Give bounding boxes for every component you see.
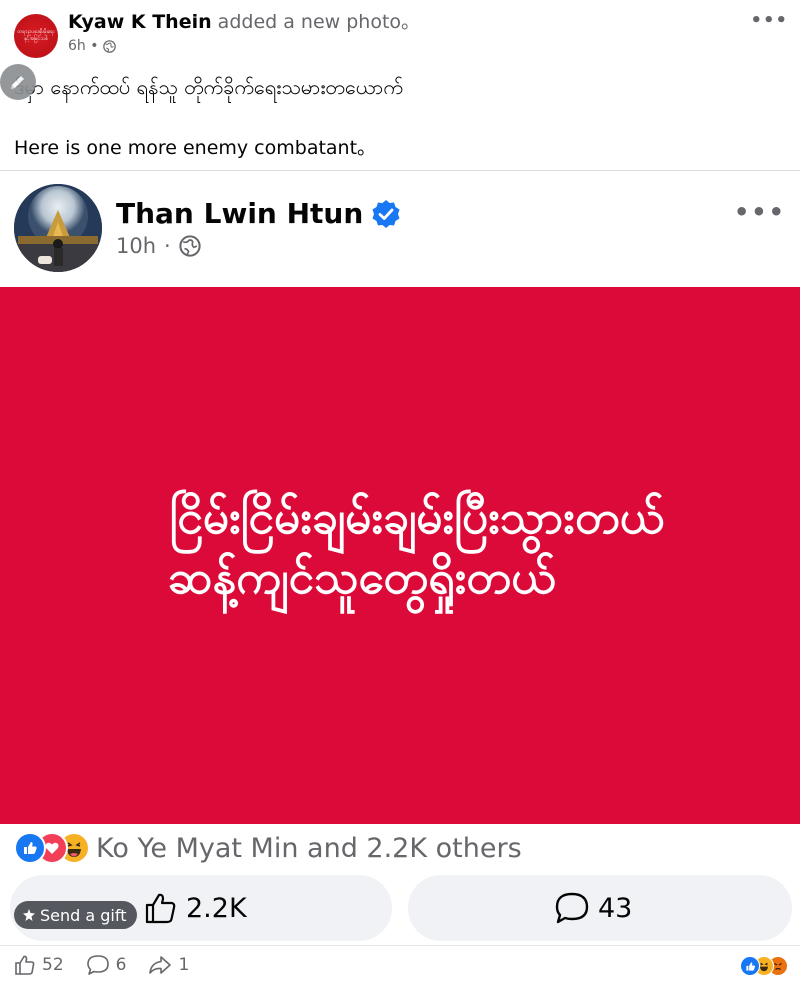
- globe-icon: [102, 39, 116, 53]
- outer-like-button[interactable]: 52: [14, 954, 64, 976]
- reaction-icons: [14, 832, 90, 864]
- outer-post-text-english: Here is one more enemy combatant。: [14, 137, 377, 159]
- shared-author-name[interactable]: Than Lwin Htun: [116, 195, 363, 233]
- shared-post-divider: [0, 170, 800, 171]
- outer-author-name[interactable]: Kyaw K Thein: [68, 11, 212, 33]
- share-arrow-icon: [149, 956, 172, 974]
- verified-badge-icon: [372, 200, 400, 228]
- avatar-text-line1: တရားဥပဒေစိုးမိုးရေး: [17, 29, 55, 35]
- reactions-summary[interactable]: Ko Ye Myat Min and 2.2K others: [14, 832, 522, 864]
- thumbs-up-icon: [15, 955, 35, 975]
- like-reaction-icon: [740, 956, 760, 976]
- like-reaction-icon: [14, 832, 46, 864]
- outer-share-count: 1: [178, 955, 190, 975]
- send-gift-button[interactable]: Send a gift: [14, 901, 137, 929]
- send-gift-label: Send a gift: [40, 905, 127, 925]
- outer-post-header: Kyaw K Thein added a new photo。: [68, 9, 420, 35]
- shared-post-more-button[interactable]: •••: [734, 198, 786, 226]
- outer-post-stats: 52 6 1: [14, 954, 189, 976]
- post-image-text-line2: ဆန့်ကျင်သူတွေရှိုးတယ်: [168, 550, 556, 604]
- outer-comment-count: 6: [115, 955, 127, 975]
- shared-post-time[interactable]: 10h: [116, 234, 156, 258]
- shared-author-name-row: Than Lwin Htun: [116, 195, 401, 233]
- star-icon: [23, 909, 35, 921]
- edit-button[interactable]: [0, 64, 36, 100]
- post-image-text-line1: ငြိမ်းငြိမ်းချမ်းချမ်းပြီးသွားတယ်: [169, 490, 665, 544]
- shared-author-avatar[interactable]: [14, 184, 102, 272]
- avatar-text-line2: နှင့်အမြင်သစ်: [23, 36, 49, 42]
- comment-count: 43: [598, 892, 633, 924]
- outer-like-count: 52: [42, 955, 64, 975]
- meta-separator: ·: [164, 234, 171, 258]
- comment-bubble-icon: [86, 955, 109, 975]
- outer-share-button[interactable]: 1: [148, 954, 189, 976]
- post-image[interactable]: ငြိမ်းငြိမ်းချမ်းချမ်းပြီးသွားတယ် ဆန့်ကျ…: [0, 287, 800, 824]
- globe-icon: [179, 235, 201, 257]
- thumbs-up-icon: [145, 893, 176, 924]
- outer-post-action: added a new photo。: [211, 11, 421, 33]
- shared-post-meta: 10h ·: [116, 234, 201, 258]
- outer-post-time[interactable]: 6h •: [68, 38, 99, 54]
- like-button-content: 2.2K: [144, 875, 247, 941]
- like-count: 2.2K: [186, 892, 247, 924]
- reactions-summary-text: Ko Ye Myat Min and 2.2K others: [96, 832, 522, 864]
- outer-comment-button[interactable]: 6: [86, 954, 127, 976]
- outer-post-text-myanmar: ဒီမှာ နောက်ထပ် ရန်သူ တိုက်ခိုက်ရေးသမားတယ…: [14, 75, 403, 99]
- outer-post-meta: 6h •: [68, 38, 116, 54]
- outer-reaction-icons[interactable]: [740, 956, 788, 976]
- comment-button-content: 43: [554, 875, 632, 941]
- pencil-icon: [11, 76, 24, 89]
- outer-author-avatar[interactable]: တရားဥပဒေစိုးမိုးရေး နှင့်အမြင်သစ်: [14, 14, 58, 58]
- comment-bubble-icon: [555, 892, 589, 924]
- outer-post-more-button[interactable]: •••: [750, 10, 788, 31]
- comment-button[interactable]: 43: [408, 875, 792, 941]
- profile-photo-image: [14, 184, 102, 272]
- bottom-divider: [0, 945, 800, 946]
